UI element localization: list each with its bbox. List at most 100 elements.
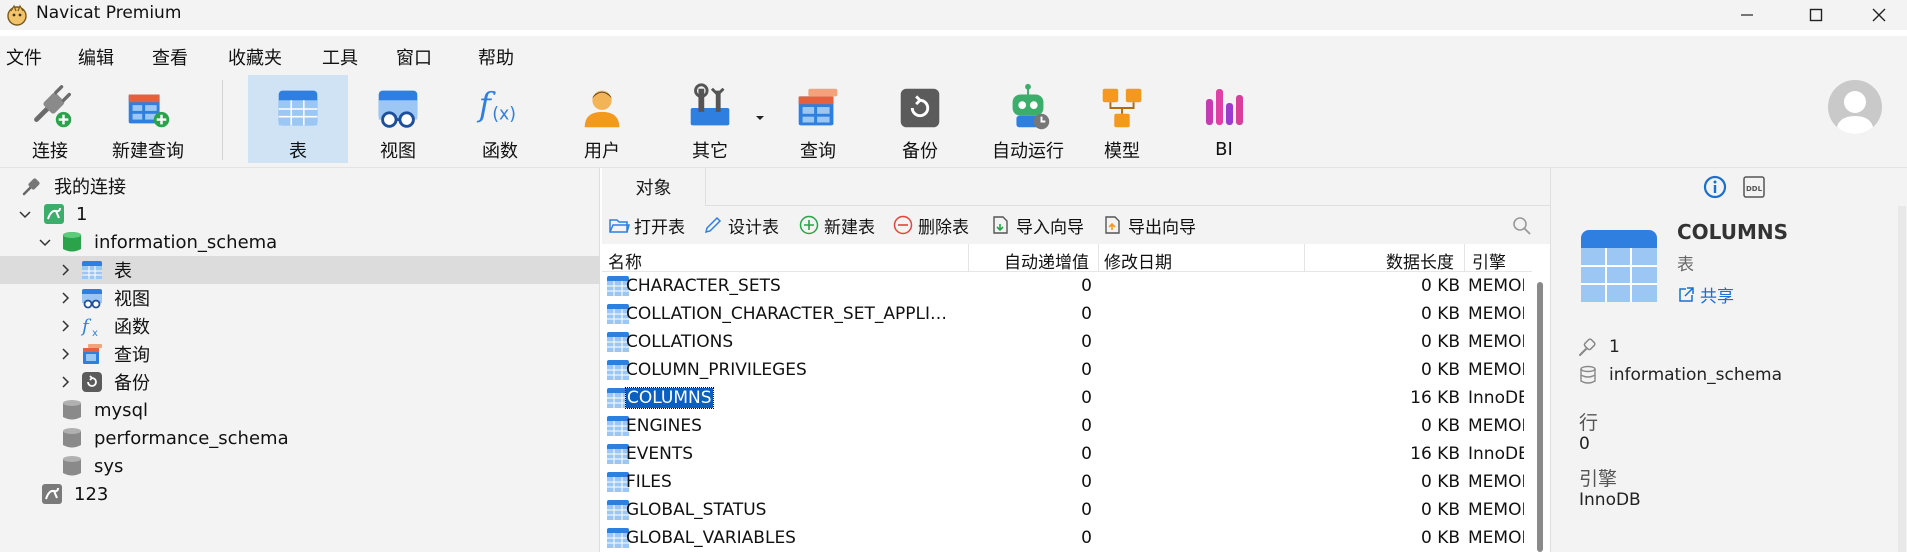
row-name[interactable]: COLUMN_PRIVILEGES <box>626 360 807 380</box>
other-dropdown-arrow-icon[interactable] <box>754 112 766 124</box>
close-button[interactable] <box>1851 0 1907 30</box>
tree-db-performance-schema[interactable]: performance_schema <box>0 424 600 452</box>
tree-db-mysql[interactable]: mysql <box>0 396 600 424</box>
tree-node-functions[interactable]: f x 函数 <box>0 312 600 340</box>
tree-db-sys-label: sys <box>94 455 124 477</box>
column-divider[interactable] <box>1464 244 1465 272</box>
row-name[interactable]: FILES <box>626 472 672 492</box>
new-table-button[interactable]: 新建表 <box>798 212 875 238</box>
row-name[interactable]: GLOBAL_VARIABLES <box>626 528 796 548</box>
table-row[interactable]: COLLATIONS 0 0 KB MEMORY <box>602 328 1532 356</box>
row-datalen: 16 KB <box>1410 444 1460 464</box>
export-wizard-button[interactable]: 导出向导 <box>1102 212 1196 238</box>
chevron-down-icon[interactable] <box>38 235 52 249</box>
toolbar-function-label: 函数 <box>482 141 518 162</box>
toolbar-user-button[interactable]: 用户 <box>552 75 652 163</box>
row-name[interactable]: COLUMNS <box>625 387 714 409</box>
menu-edit[interactable]: 编辑 <box>72 42 120 72</box>
table-scrollbar[interactable] <box>1534 272 1546 552</box>
import-wizard-button[interactable]: 导入向导 <box>990 212 1084 238</box>
toolbar-view-button[interactable]: 视图 <box>348 75 448 163</box>
row-name[interactable]: GLOBAL_STATUS <box>626 500 766 520</box>
menu-file[interactable]: 文件 <box>0 42 48 72</box>
table-row[interactable]: GLOBAL_VARIABLES 0 0 KB MEMORY <box>602 524 1532 552</box>
maximize-button[interactable] <box>1788 0 1844 30</box>
toolbar-other-button[interactable]: 其它 <box>660 75 760 163</box>
menu-help[interactable]: 帮助 <box>472 42 520 72</box>
table-row[interactable]: COLUMNS 0 16 KB InnoDB <box>602 384 1532 412</box>
toolbar-model-button[interactable]: 模型 <box>1072 75 1172 163</box>
column-divider[interactable] <box>968 244 969 272</box>
row-name[interactable]: ENGINES <box>626 416 702 436</box>
table-row[interactable]: FILES 0 0 KB MEMORY <box>602 468 1532 496</box>
menu-view[interactable]: 查看 <box>146 42 194 72</box>
toolbar-query-button[interactable]: 查询 <box>768 75 868 163</box>
row-datalen: 0 KB <box>1420 332 1460 352</box>
col-modified-header[interactable]: 修改日期 <box>1104 248 1172 273</box>
toolbar-connect-button[interactable]: 连接 <box>0 75 100 163</box>
share-link[interactable]: 共享 <box>1677 282 1734 307</box>
chevron-right-icon[interactable] <box>58 263 72 277</box>
row-name[interactable]: COLLATION_CHARACTER_SET_APPLI… <box>626 304 947 324</box>
toolbar-new-query-button[interactable]: 新建查询 <box>98 75 198 163</box>
tree-db-sys[interactable]: sys <box>0 452 600 480</box>
chevron-right-icon[interactable] <box>58 375 72 389</box>
user-avatar[interactable] <box>1828 80 1882 134</box>
col-datalen-header[interactable]: 数据长度 <box>1386 248 1454 273</box>
database-icon <box>63 456 81 476</box>
scrollbar-thumb[interactable] <box>1537 282 1543 552</box>
query-icon <box>83 344 102 364</box>
share-label: 共享 <box>1700 287 1734 307</box>
chevron-right-icon[interactable] <box>58 291 72 305</box>
tree-connection-123[interactable]: 123 <box>0 480 600 508</box>
row-name[interactable]: COLLATIONS <box>626 332 733 352</box>
ddl-icon[interactable]: DDL <box>1741 174 1767 200</box>
delete-table-label: 删除表 <box>918 217 969 238</box>
object-table: 名称 自动递增值 修改日期 数据长度 引擎 CHARACTER_SETS 0 0 K… <box>602 244 1550 552</box>
minimize-button[interactable] <box>1719 0 1775 30</box>
column-divider[interactable] <box>1098 244 1099 272</box>
tree-node-backups[interactable]: 备份 <box>0 368 600 396</box>
col-autoinc-header[interactable]: 自动递增值 <box>1004 248 1089 273</box>
tree-db-information-schema[interactable]: information_schema <box>0 228 600 256</box>
table-row[interactable]: COLUMN_PRIVILEGES 0 0 KB MEMORY <box>602 356 1532 384</box>
toolbar-automation-button[interactable]: 自动运行 <box>968 75 1088 163</box>
tree-node-queries[interactable]: 查询 <box>0 340 600 368</box>
toolbar-function-button[interactable]: f (x) 函数 <box>450 75 550 163</box>
chevron-down-icon[interactable] <box>18 207 32 221</box>
chevron-right-icon[interactable] <box>58 319 72 333</box>
tree-my-connections[interactable]: 我的连接 <box>0 172 600 200</box>
menu-favorites[interactable]: 收藏夹 <box>222 42 288 72</box>
toolbar-other-label: 其它 <box>692 141 728 162</box>
toolbar-bi-button[interactable]: BI <box>1174 75 1274 163</box>
detail-object-name: COLUMNS <box>1677 220 1788 244</box>
open-table-button[interactable]: 打开表 <box>608 212 685 238</box>
toolbar-backup-label: 备份 <box>902 141 938 162</box>
tree-node-views[interactable]: 视图 <box>0 284 600 312</box>
row-name[interactable]: CHARACTER_SETS <box>626 276 781 296</box>
menu-window[interactable]: 窗口 <box>390 42 438 72</box>
chevron-right-icon[interactable] <box>58 347 72 361</box>
toolbar-table-button[interactable]: 表 <box>248 75 348 163</box>
toolbar-backup-button[interactable]: 备份 <box>870 75 970 163</box>
info-icon[interactable] <box>1702 174 1728 200</box>
row-name[interactable]: EVENTS <box>626 444 693 464</box>
col-name-header[interactable]: 名称 <box>608 248 642 273</box>
delete-table-button[interactable]: 删除表 <box>892 212 969 238</box>
table-row[interactable]: EVENTS 0 16 KB InnoDB <box>602 440 1532 468</box>
tree-connection-1[interactable]: 1 <box>0 200 600 228</box>
column-divider[interactable] <box>1304 244 1305 272</box>
table-row[interactable]: ENGINES 0 0 KB MEMORY <box>602 412 1532 440</box>
table-row[interactable]: COLLATION_CHARACTER_SET_APPLI… 0 0 KB MEMOR… <box>602 300 1532 328</box>
menu-tools[interactable]: 工具 <box>316 42 364 72</box>
tab-objects[interactable]: 对象 <box>602 168 706 206</box>
tree-node-backups-label: 备份 <box>114 373 150 394</box>
tree-node-tables[interactable]: 表 <box>0 256 600 284</box>
table-row[interactable]: GLOBAL_STATUS 0 0 KB MEMORY <box>602 496 1532 524</box>
detail-scrollbar[interactable] <box>1898 206 1906 552</box>
row-autoinc: 0 <box>1081 528 1092 548</box>
search-icon[interactable] <box>1512 216 1532 236</box>
design-table-button[interactable]: 设计表 <box>702 212 779 238</box>
col-engine-header[interactable]: 引擎 <box>1472 248 1506 273</box>
table-row[interactable]: CHARACTER_SETS 0 0 KB MEMORY <box>602 272 1532 300</box>
